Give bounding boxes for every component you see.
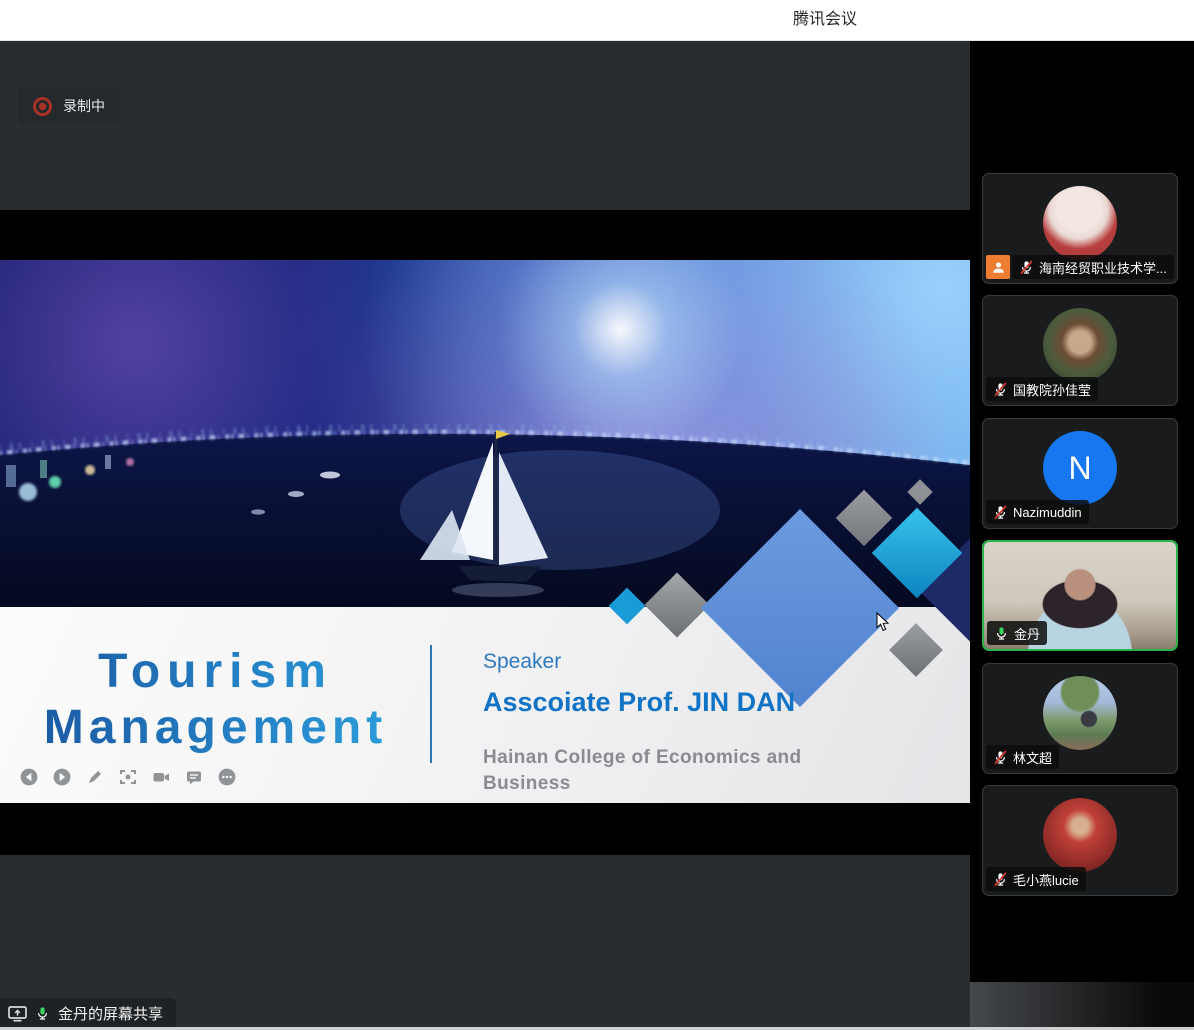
participant-name: 金丹 bbox=[1014, 624, 1040, 643]
ppt-presenter-toolbar bbox=[20, 768, 236, 786]
laser-pointer-icon[interactable] bbox=[119, 768, 137, 786]
next-slide-icon[interactable] bbox=[53, 768, 71, 786]
speaker-name: Asscoiate Prof. JIN DAN bbox=[483, 687, 828, 718]
participant-label-row: Nazimuddin bbox=[986, 500, 1089, 524]
participant-name-chip: 毛小燕lucie bbox=[986, 867, 1086, 891]
screen-share-banner[interactable]: 金丹的屏幕共享 bbox=[0, 998, 176, 1029]
presentation-slide: Tourism Management Speaker Asscoiate Pro… bbox=[0, 210, 970, 855]
host-badge-icon bbox=[986, 255, 1010, 279]
participant-name: 毛小燕lucie bbox=[1013, 870, 1079, 889]
pen-icon[interactable] bbox=[86, 768, 104, 786]
screen-share-label: 金丹的屏幕共享 bbox=[58, 1003, 163, 1024]
avatar-initial bbox=[1043, 798, 1117, 872]
participant-label-row: 国教院孙佳莹 bbox=[986, 377, 1098, 401]
participant-label-row: 金丹 bbox=[987, 621, 1047, 645]
participant-avatar-blue-initial-circle: N bbox=[1043, 431, 1117, 505]
mic-status-icon bbox=[993, 382, 1008, 397]
more-options-icon[interactable] bbox=[218, 768, 236, 786]
participant-avatar-red-festive-photo bbox=[1043, 798, 1117, 872]
mic-status-icon bbox=[993, 872, 1008, 887]
sidebar-bottom-fade bbox=[970, 982, 1194, 1030]
avatar-initial: N bbox=[1043, 431, 1117, 505]
mic-on-icon bbox=[35, 1006, 50, 1021]
participant-name-chip: Nazimuddin bbox=[986, 500, 1089, 524]
recording-label: 录制中 bbox=[63, 96, 105, 116]
participant-avatar-person-mouse-ears-photo bbox=[1043, 308, 1117, 382]
mouse-cursor bbox=[876, 612, 890, 637]
participant-name: Nazimuddin bbox=[1013, 505, 1082, 520]
slide-title-line1: Tourism bbox=[8, 647, 423, 697]
slide-title: Tourism Management bbox=[8, 647, 423, 754]
recording-indicator[interactable]: 录制中 bbox=[18, 88, 120, 124]
participant-tile[interactable]: 海南经贸职业技术学... bbox=[982, 173, 1178, 284]
app-title: 腾讯会议 bbox=[793, 0, 857, 40]
slide-divider-line bbox=[430, 645, 432, 763]
participant-avatar-landscape-painting-photo bbox=[1043, 676, 1117, 750]
mic-status-icon bbox=[1019, 260, 1034, 275]
screen-share-icon bbox=[8, 1005, 27, 1022]
participant-tile[interactable]: 毛小燕lucie bbox=[982, 785, 1178, 896]
mic-status-icon bbox=[993, 505, 1008, 520]
speaker-label: Speaker bbox=[483, 650, 828, 674]
mic-status-icon bbox=[993, 750, 1008, 765]
participant-name: 国教院孙佳莹 bbox=[1013, 380, 1091, 399]
participant-name-chip: 林文超 bbox=[986, 745, 1059, 769]
title-bar: 腾讯会议 bbox=[0, 0, 1194, 41]
participant-name-chip: 国教院孙佳莹 bbox=[986, 377, 1098, 401]
avatar-initial bbox=[1043, 676, 1117, 750]
participant-name: 林文超 bbox=[1013, 748, 1052, 767]
participant-label-row: 毛小燕lucie bbox=[986, 867, 1086, 891]
participant-name-chip: 海南经贸职业技术学... bbox=[1012, 255, 1174, 279]
participant-label-row: 林文超 bbox=[986, 745, 1059, 769]
mic-status-icon bbox=[994, 626, 1009, 641]
record-icon bbox=[33, 97, 52, 116]
participant-tile[interactable]: N Nazimuddin bbox=[982, 418, 1178, 529]
shared-screen-area: 录制中 bbox=[0, 41, 970, 1030]
participant-avatar-woman-in-red-photo bbox=[1043, 186, 1117, 260]
camera-icon[interactable] bbox=[152, 768, 170, 786]
participant-tile[interactable]: 国教院孙佳莹 bbox=[982, 295, 1178, 406]
slide-letterbox-top bbox=[0, 210, 970, 260]
participant-label-row: 海南经贸职业技术学... bbox=[986, 255, 1174, 279]
comments-icon[interactable] bbox=[185, 768, 203, 786]
previous-slide-icon[interactable] bbox=[20, 768, 38, 786]
speaker-affiliation: Hainan College of Economics and Business bbox=[483, 745, 828, 796]
slide-title-line2: Management bbox=[8, 703, 423, 753]
avatar-initial bbox=[1043, 186, 1117, 260]
participant-tile[interactable]: 林文超 bbox=[982, 663, 1178, 774]
meeting-window: 腾讯会议 录制中 bbox=[0, 0, 1194, 1030]
avatar-initial bbox=[1043, 308, 1117, 382]
participant-tile[interactable]: 金丹 bbox=[982, 540, 1178, 651]
speaker-block: Speaker Asscoiate Prof. JIN DAN Hainan C… bbox=[483, 650, 828, 815]
participants-sidebar: 海南经贸职业技术学... 国教院孙佳莹 N Naz bbox=[970, 41, 1194, 1030]
participant-name-chip: 金丹 bbox=[987, 621, 1047, 645]
participant-name: 海南经贸职业技术学... bbox=[1039, 258, 1167, 277]
